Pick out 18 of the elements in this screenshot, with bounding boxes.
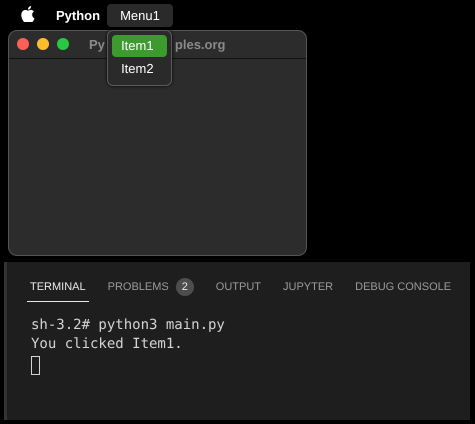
terminal-line: You clicked Item1. bbox=[31, 335, 184, 354]
window-title: Py bbox=[89, 37, 105, 52]
panel-tab[interactable]: DEBUG CONSOLE bbox=[352, 274, 454, 302]
menu[interactable]: Menu1 bbox=[107, 4, 173, 26]
zoom-icon[interactable] bbox=[57, 38, 69, 50]
count-badge: 2 bbox=[176, 278, 194, 296]
window-title: ples.org bbox=[174, 37, 226, 52]
terminal-line: sh-3.2# python3 main.py bbox=[31, 316, 226, 335]
minimize-icon[interactable] bbox=[37, 38, 49, 50]
panel-tab[interactable]: TERMINAL bbox=[27, 274, 89, 302]
menu-item[interactable]: Item1 bbox=[112, 34, 168, 56]
app-name[interactable]: Python bbox=[56, 8, 100, 22]
panel-tab[interactable]: JUPYTER bbox=[280, 274, 336, 302]
panel-tab[interactable]: OUTPUT bbox=[212, 274, 264, 302]
apple-icon[interactable] bbox=[21, 6, 35, 22]
menu-item[interactable]: Item2 bbox=[112, 58, 168, 80]
close-icon[interactable] bbox=[17, 38, 29, 50]
panel-tab[interactable]: PROBLEMS 2 bbox=[104, 274, 197, 302]
